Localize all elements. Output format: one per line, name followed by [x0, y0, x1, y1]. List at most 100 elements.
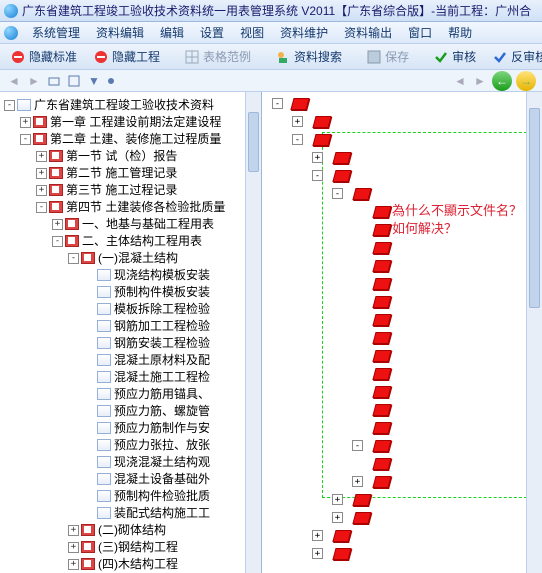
right-tree-item[interactable]: - — [292, 134, 307, 145]
right-tree-item[interactable] — [374, 350, 390, 362]
audit-button[interactable]: 审核 — [427, 46, 482, 67]
menu-item[interactable]: 资料输出 — [336, 22, 400, 43]
collapse-toggle[interactable]: - — [20, 134, 31, 145]
right-tree-item[interactable]: - — [352, 440, 367, 451]
expand-toggle[interactable]: + — [312, 530, 323, 541]
collapse-toggle[interactable]: - — [68, 253, 79, 264]
tree-node[interactable]: +第一节 试（检）报告 — [4, 148, 259, 164]
nav-fwd2-button[interactable]: ► — [472, 73, 488, 89]
expand-toggle[interactable]: + — [352, 476, 363, 487]
hide-standard-button[interactable]: 隐藏标准 — [4, 46, 83, 67]
expand-toggle[interactable]: + — [36, 151, 47, 162]
right-tree-item[interactable] — [374, 404, 390, 416]
right-tree-item[interactable] — [374, 260, 390, 272]
tree-node[interactable]: 现浇混凝土结构观 — [4, 454, 259, 470]
nav-back2-button[interactable]: ◄ — [452, 73, 468, 89]
tree-vscrollbar[interactable] — [245, 92, 261, 573]
menu-item[interactable]: 窗口 — [400, 22, 440, 43]
right-tree-item[interactable] — [374, 476, 390, 488]
nav-button[interactable]: ▼ — [86, 73, 102, 89]
tree-node[interactable]: 预应力筋、螺旋管 — [4, 403, 259, 419]
collapse-toggle[interactable]: - — [292, 134, 303, 145]
tree-node[interactable]: 钢筋安装工程检验 — [4, 335, 259, 351]
tree-node[interactable]: 现浇结构模板安装 — [4, 267, 259, 283]
menu-item[interactable]: 资料编辑 — [88, 22, 152, 43]
right-tree-item[interactable]: + — [352, 476, 367, 487]
tree-node[interactable]: +第一章 工程建设前期法定建设程 — [4, 114, 259, 130]
expand-toggle[interactable]: + — [36, 168, 47, 179]
collapse-toggle[interactable]: - — [352, 440, 363, 451]
unaudit-button[interactable]: 反审核 — [486, 46, 542, 67]
right-tree-item[interactable] — [354, 494, 370, 506]
right-tree-item[interactable] — [374, 278, 390, 290]
collapse-toggle[interactable]: - — [332, 188, 343, 199]
fwd-circle-button[interactable]: → — [516, 71, 536, 91]
menu-item[interactable]: 资料维护 — [272, 22, 336, 43]
expand-toggle[interactable]: + — [52, 219, 63, 230]
nav-fwd-button[interactable]: ► — [26, 73, 42, 89]
menu-item[interactable]: 编辑 — [152, 22, 192, 43]
tree-node[interactable]: 装配式结构施工工 — [4, 505, 259, 521]
table-sample-button[interactable]: 表格范例 — [178, 46, 257, 67]
right-tree-item[interactable] — [334, 548, 350, 560]
collapse-toggle[interactable]: - — [272, 98, 283, 109]
expand-toggle[interactable]: + — [332, 494, 343, 505]
right-tree-item[interactable]: + — [312, 530, 327, 541]
scrollbar-thumb[interactable] — [529, 108, 540, 308]
right-tree-item[interactable] — [374, 224, 390, 236]
menu-item[interactable]: 设置 — [192, 22, 232, 43]
hide-project-button[interactable]: 隐藏工程 — [87, 46, 166, 67]
right-tree-item[interactable]: + — [332, 512, 347, 523]
right-tree-item[interactable]: - — [332, 188, 347, 199]
expand-toggle[interactable]: + — [332, 512, 343, 523]
menu-item[interactable]: 视图 — [232, 22, 272, 43]
right-tree-item[interactable] — [292, 98, 308, 110]
tree-node[interactable]: +第二节 施工管理记录 — [4, 165, 259, 181]
right-tree-item[interactable] — [314, 134, 330, 146]
tree-node[interactable]: -第二章 土建、装修施工过程质量 — [4, 131, 259, 147]
menu-item[interactable]: 系统管理 — [24, 22, 88, 43]
doc-search-button[interactable]: 资料搜索 — [269, 46, 348, 67]
tree-node[interactable]: 预制构件模板安装 — [4, 284, 259, 300]
right-tree-item[interactable] — [374, 440, 390, 452]
expand-toggle[interactable]: + — [20, 117, 31, 128]
collapse-toggle[interactable]: - — [312, 170, 323, 181]
expand-toggle[interactable]: + — [68, 559, 79, 570]
collapse-toggle[interactable]: - — [36, 202, 47, 213]
right-tree-item[interactable]: + — [312, 152, 327, 163]
collapse-toggle[interactable]: - — [4, 100, 15, 111]
tree-node[interactable]: 混凝土原材料及配 — [4, 352, 259, 368]
expand-toggle[interactable]: + — [312, 152, 323, 163]
tree-node[interactable]: -(一)混凝土结构 — [4, 250, 259, 266]
tree-node[interactable]: +第三节 施工过程记录 — [4, 182, 259, 198]
tree-node[interactable]: -二、主体结构工程用表 — [4, 233, 259, 249]
tree-scroll[interactable]: -广东省建筑工程竣工验收技术资料+第一章 工程建设前期法定建设程-第二章 土建、… — [0, 92, 261, 573]
tree-node[interactable]: 预应力筋用锚具、 — [4, 386, 259, 402]
right-tree-item[interactable]: - — [312, 170, 327, 181]
tree-node[interactable]: +(三)钢结构工程 — [4, 539, 259, 555]
right-tree-item[interactable] — [374, 242, 390, 254]
right-tree-item[interactable]: + — [312, 548, 327, 559]
right-tree-item[interactable] — [374, 458, 390, 470]
expand-toggle[interactable]: + — [68, 542, 79, 553]
tree-node[interactable]: 模板拆除工程检验 — [4, 301, 259, 317]
back-circle-button[interactable]: ← — [492, 71, 512, 91]
right-tree-item[interactable] — [334, 530, 350, 542]
right-tree-item[interactable] — [374, 422, 390, 434]
tree-node[interactable]: -广东省建筑工程竣工验收技术资料 — [4, 97, 259, 113]
right-tree-item[interactable] — [354, 512, 370, 524]
expand-toggle[interactable]: + — [36, 185, 47, 196]
tree-node[interactable]: -第四节 土建装修各检验批质量 — [4, 199, 259, 215]
right-tree-item[interactable] — [374, 206, 390, 218]
nav-button[interactable] — [46, 73, 62, 89]
expand-toggle[interactable]: + — [292, 116, 303, 127]
right-tree-item[interactable] — [374, 368, 390, 380]
nav-back-button[interactable]: ◄ — [6, 73, 22, 89]
right-tree-item[interactable] — [334, 170, 350, 182]
tree-node[interactable]: +(四)木结构工程 — [4, 556, 259, 572]
right-tree-item[interactable]: + — [292, 116, 307, 127]
right-vscrollbar[interactable] — [526, 92, 542, 573]
right-tree-item[interactable] — [374, 332, 390, 344]
right-tree-item[interactable] — [374, 296, 390, 308]
scrollbar-thumb[interactable] — [248, 112, 259, 172]
